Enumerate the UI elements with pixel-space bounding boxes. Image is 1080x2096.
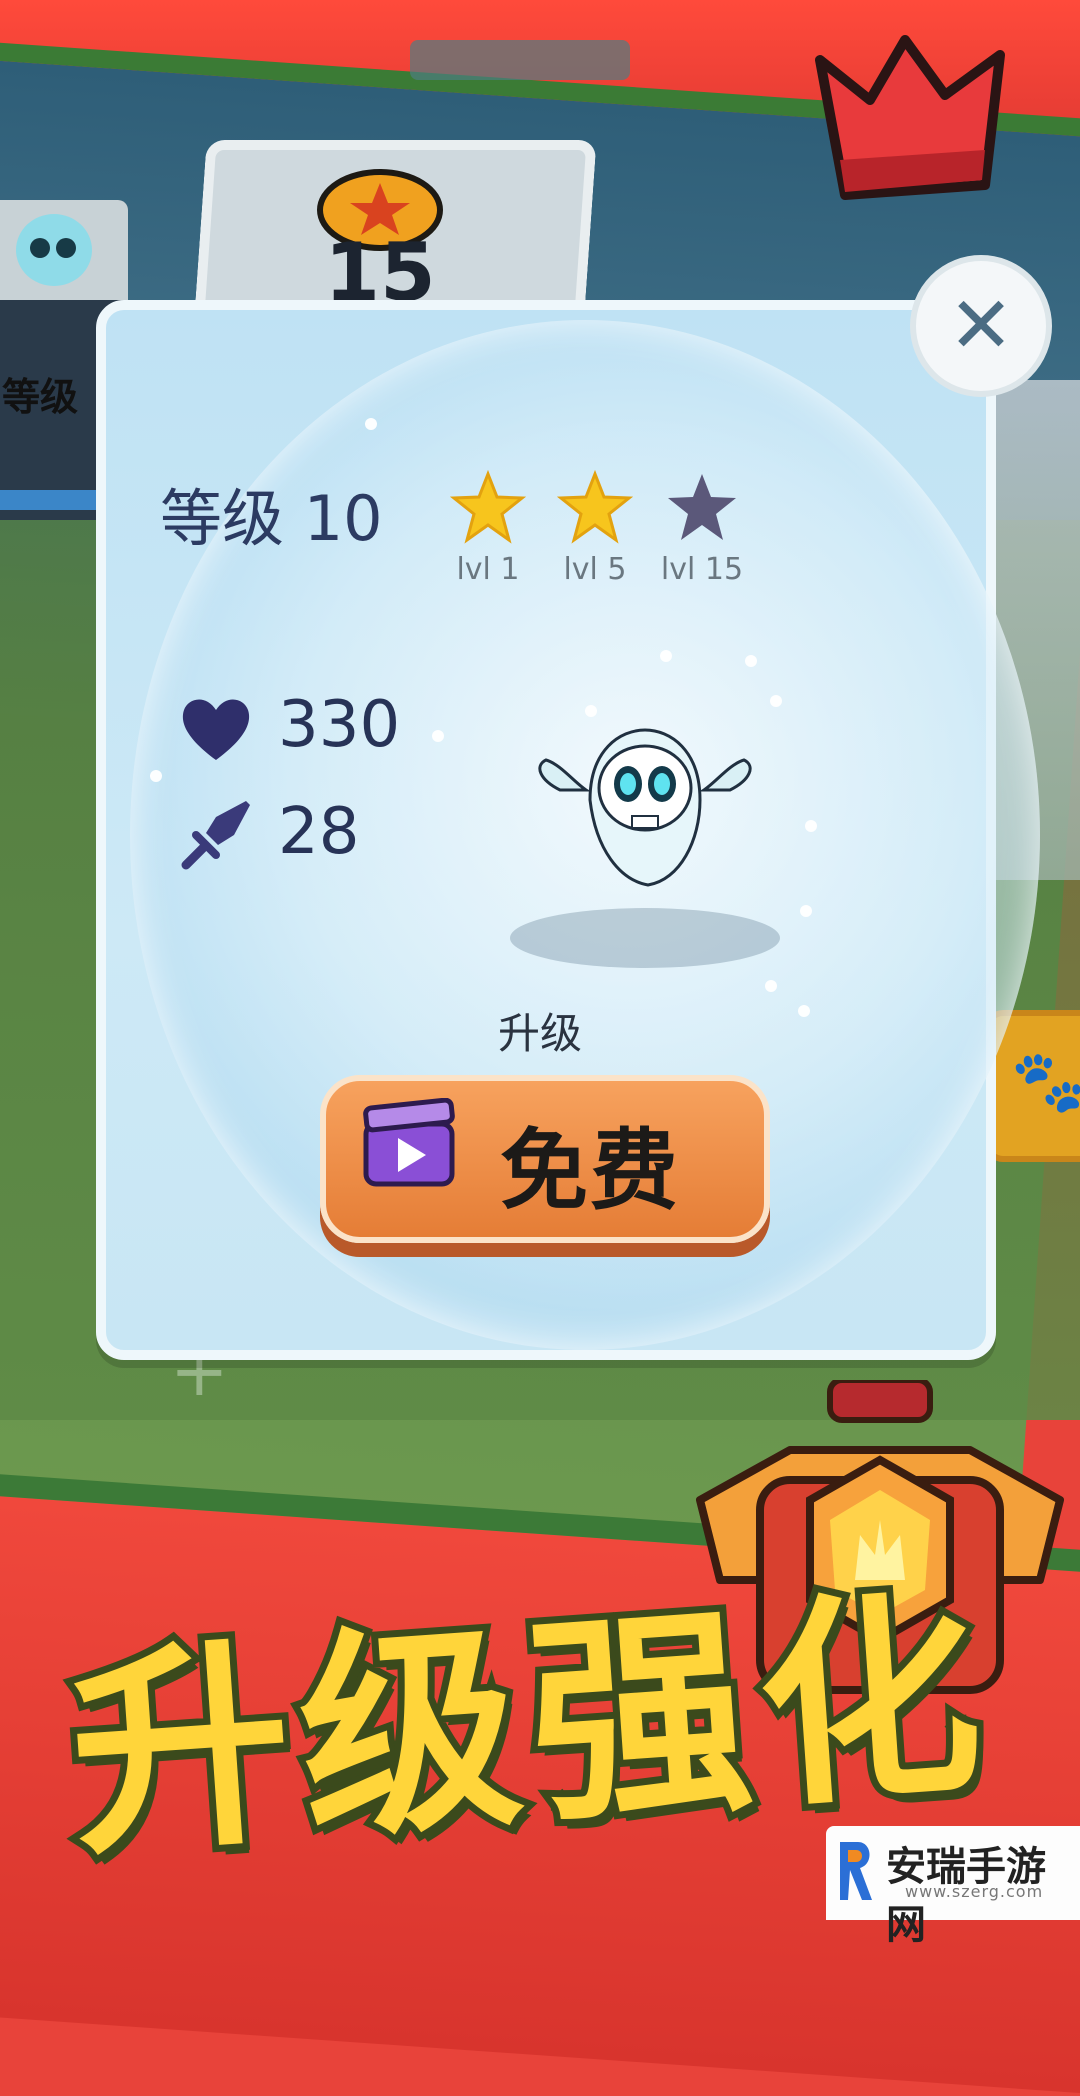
close-icon: ✕ [948,281,1014,371]
star-label: lvl 1 [456,552,520,587]
health-value: 330 [278,688,401,762]
sparkle [150,770,162,782]
site-logo [840,1842,872,1900]
sparkle [745,655,757,667]
sword-icon [181,801,250,870]
star-label: lvl 15 [660,552,744,587]
paw-icon: 🐾 [1011,1047,1080,1117]
crown-icon [815,35,1005,200]
sparkle [800,905,812,917]
star-icon-filled [450,470,526,544]
left-card-skull [0,200,128,300]
level-text: 等级 10 [160,482,383,555]
left-card-progress [0,490,110,510]
watermark-url: www.szerg.com [905,1882,1044,1901]
sparkle [432,730,444,742]
video-icon [363,1098,455,1187]
sparkle [765,980,777,992]
sparkle [770,695,782,707]
sparkle [585,705,597,717]
free-button-label: 免费 [500,1119,681,1222]
attack-value: 28 [278,795,360,869]
sparkle [798,1005,810,1017]
close-button[interactable]: ✕ [910,255,1052,397]
star-label: lvl 5 [563,552,627,587]
heart-icon [182,699,250,760]
sparkle [660,650,672,662]
ghost-character [538,728,752,887]
upgrade-label: 升级 [497,1009,582,1058]
character-shadow [510,908,780,968]
sparkle [365,418,377,430]
skull-icon [16,214,92,286]
star-icon-filled [557,470,633,544]
top-strip [410,40,630,80]
star-icon-empty [668,474,736,540]
sparkle [805,820,817,832]
